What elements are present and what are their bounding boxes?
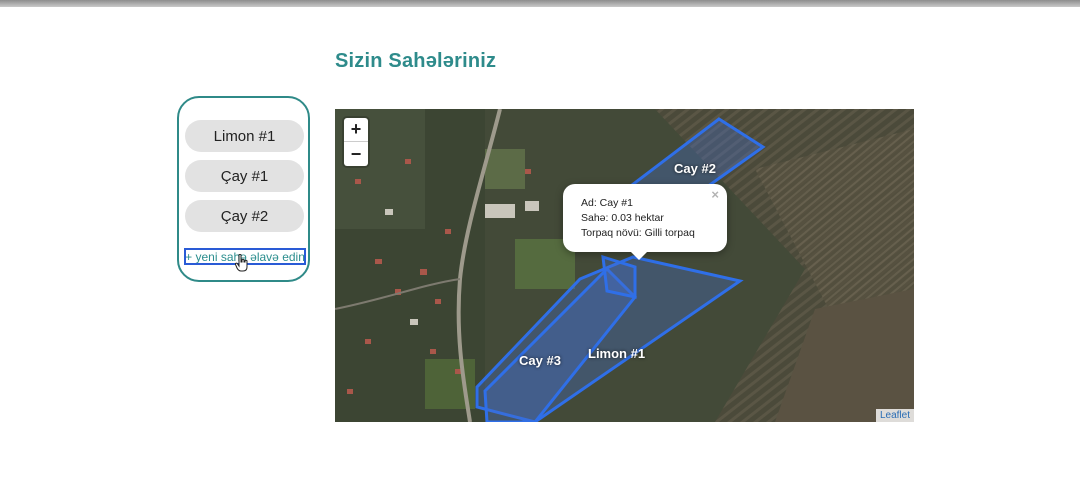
page-title: Sizin Sahələriniz <box>335 50 497 72</box>
zoom-in-button[interactable]: + <box>344 118 368 142</box>
popup-area-line: Sahə: 0.03 hektar <box>581 212 664 224</box>
popup-soil-line: Torpaq növü: Gilli torpaq <box>581 227 695 239</box>
polygon-label-cay-2: Cay #2 <box>674 161 716 176</box>
popup-name-line: Ad: Cay #1 <box>581 197 633 209</box>
satellite-map[interactable]: + − Cay #2 Cay #3 Limon #1 × Ad: Cay #1 … <box>335 109 914 422</box>
field-list-panel: Limon #1 Çay #1 Çay #2 + yeni sahə əlavə… <box>177 96 310 282</box>
zoom-control: + − <box>344 118 368 166</box>
polygon-label-cay-3: Cay #3 <box>519 353 561 368</box>
popup-tip <box>629 250 649 260</box>
polygon-label-limon-1: Limon #1 <box>588 346 646 361</box>
hand-cursor-icon <box>235 254 248 272</box>
field-info-popup: × Ad: Cay #1 Sahə: 0.03 hektar Torpaq nö… <box>563 184 727 260</box>
map-attribution-link[interactable]: Leaflet <box>875 409 914 422</box>
field-button-cay-2[interactable]: Çay #2 <box>185 200 304 232</box>
popup-close-icon[interactable]: × <box>711 187 719 202</box>
browser-top-bar <box>0 0 1080 7</box>
zoom-out-button[interactable]: − <box>344 142 368 166</box>
field-button-cay-1[interactable]: Çay #1 <box>185 160 304 192</box>
field-button-limon-1[interactable]: Limon #1 <box>185 120 304 152</box>
satellite-imagery <box>335 109 914 422</box>
